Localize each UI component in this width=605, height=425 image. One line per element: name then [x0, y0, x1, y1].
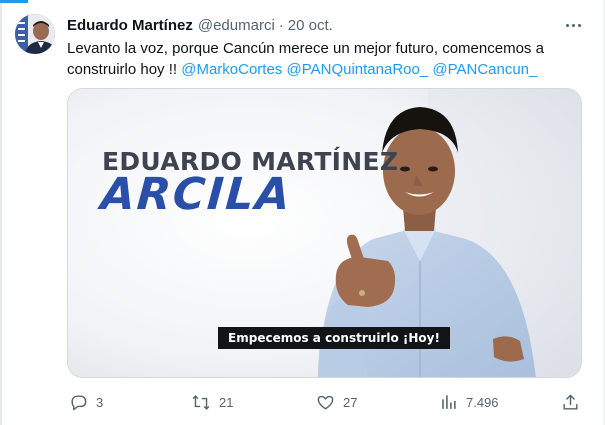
author-handle[interactable]: @edumarci	[198, 17, 275, 34]
views-button[interactable]: 7.496	[439, 390, 499, 414]
selection-accent	[0, 0, 28, 3]
like-count: 27	[343, 394, 358, 410]
views-count: 7.496	[466, 394, 499, 410]
tweet-date[interactable]: 20 oct.	[288, 17, 333, 34]
reply-count: 3	[96, 394, 104, 410]
video-surname-title: ARCILA	[99, 169, 294, 220]
share-icon	[563, 393, 578, 410]
reply-icon	[71, 394, 87, 410]
mention-link[interactable]: @PANQuintanaRoo_	[286, 61, 428, 78]
more-horizontal-icon	[571, 23, 575, 27]
retweet-icon	[192, 394, 210, 410]
more-horizontal-icon	[565, 23, 569, 27]
divider	[0, 0, 2, 425]
tweet-actions: 3 21 27 7.496	[67, 390, 587, 414]
video-caption: Empecemos a construirlo ¡Hoy!	[218, 327, 450, 349]
heart-icon	[317, 395, 334, 410]
reply-button[interactable]: 3	[69, 390, 103, 414]
tweet-text-prefix: construirlo hoy !!	[67, 61, 182, 78]
more-horizontal-icon	[577, 23, 581, 27]
retweet-button[interactable]: 21	[191, 390, 233, 414]
views-chart-icon	[442, 394, 456, 409]
tweet-text-line-2: construirlo hoy !! @MarkoCortes @PANQuin…	[67, 59, 582, 80]
more-options-button[interactable]	[560, 14, 586, 36]
avatar[interactable]	[15, 14, 55, 54]
retweet-count: 21	[219, 394, 234, 410]
mention-link[interactable]: @PANCancun_	[432, 61, 537, 78]
tweet-text-line-1: Levanto la voz, porque Cancún merece un …	[67, 40, 544, 57]
tweet[interactable]: Eduardo Martínez @edumarci · 20 oct. Lev…	[0, 0, 605, 425]
separator-dot: ·	[278, 16, 284, 34]
share-button[interactable]	[561, 390, 580, 414]
media-video[interactable]: EDUARDO MARTÍNEZ ARCILA Empecemos a cons…	[67, 88, 582, 378]
mention-link[interactable]: @MarkoCortes	[181, 61, 282, 78]
tweet-header: Eduardo Martínez @edumarci · 20 oct.	[67, 15, 333, 35]
like-button[interactable]: 27	[316, 390, 357, 414]
tweet-text: Levanto la voz, porque Cancún merece un …	[67, 38, 582, 80]
author-name[interactable]: Eduardo Martínez	[67, 17, 193, 34]
avatar-photo	[15, 14, 55, 54]
